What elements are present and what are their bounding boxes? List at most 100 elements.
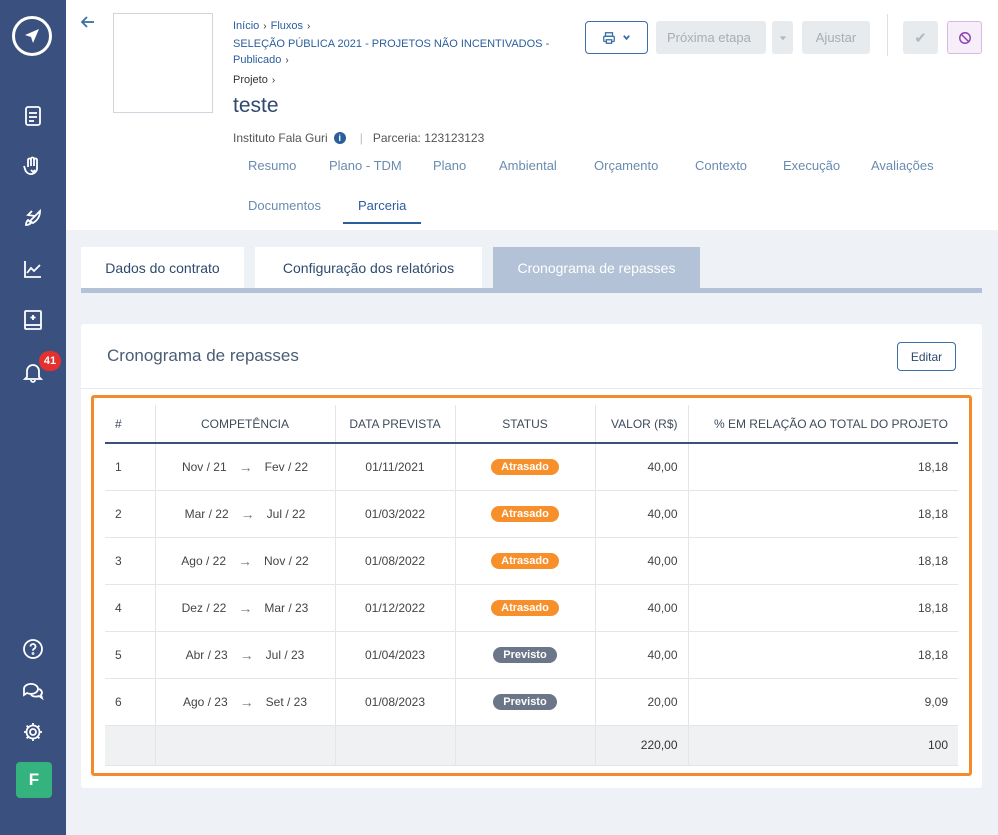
toolbar-divider [887, 14, 888, 56]
subtab-cronograma-repasses[interactable]: Cronograma de repasses [493, 247, 700, 288]
percent-cell: 18,18 [687, 631, 958, 679]
printer-icon [603, 31, 615, 44]
status-cell: Atrasado [454, 584, 595, 632]
value-cell: 40,00 [594, 443, 688, 491]
tab-execucao[interactable]: Execução [783, 148, 840, 184]
date-cell: 01/03/2022 [334, 490, 455, 538]
tab-resumo[interactable]: Resumo [248, 148, 296, 184]
value-cell: 40,00 [594, 584, 688, 632]
table-header-row: # COMPETÊNCIA DATA PREVISTA STATUS VALOR… [105, 405, 958, 444]
table-total-row: 220,00 100 [105, 725, 958, 766]
project-header: Início › Fluxos › SELEÇÃO PÚBLICA 2021 - PR… [66, 0, 998, 230]
tab-avaliacoes[interactable]: Avaliações [871, 148, 934, 184]
date-cell: 01/12/2022 [334, 584, 455, 632]
percent-cell: 18,18 [687, 443, 958, 491]
adjust-button[interactable]: Ajustar [802, 21, 870, 54]
subtab-underline [81, 288, 982, 293]
row-number: 6 [105, 678, 155, 726]
empty-cell [105, 725, 155, 766]
empty-cell [334, 725, 455, 766]
subtab-configuracao-relatorios[interactable]: Configuração dos relatórios [255, 247, 482, 288]
help-icon[interactable] [19, 635, 47, 663]
percent-cell: 9,09 [687, 678, 958, 726]
print-button[interactable] [585, 21, 648, 54]
value-cell: 40,00 [594, 537, 688, 585]
tab-plano-tdm[interactable]: Plano - TDM [329, 148, 402, 184]
arrow-right-icon: → [238, 552, 252, 569]
cancel-ban-icon[interactable] [947, 21, 982, 54]
table-row: 3 Ago / 22 → Nov / 22 01/08/2022 Atrasado … [105, 537, 958, 585]
subtab-dados-contrato[interactable]: Dados do contrato [81, 247, 244, 288]
sidebar: 41 F [0, 0, 66, 835]
app-logo-icon[interactable] [12, 16, 52, 56]
chevron-right-icon: › [307, 21, 311, 32]
back-arrow-icon[interactable] [80, 14, 96, 30]
status-badge: Atrasado [491, 552, 559, 569]
rocket-icon[interactable] [19, 204, 47, 232]
arrow-right-icon: → [238, 458, 253, 475]
status-badge: Atrasado [491, 458, 559, 475]
row-number: 3 [105, 537, 155, 585]
competencia-cell: Dez / 22 → Mar / 23 [154, 584, 335, 632]
meta-divider: | [359, 131, 363, 145]
chevron-down-icon [623, 35, 630, 41]
competencia-cell: Ago / 22 → Nov / 22 [154, 537, 335, 585]
col-header-valor: VALOR (R$) [594, 405, 688, 444]
arrow-right-icon: → [239, 693, 254, 710]
tab-parceria[interactable]: Parceria [343, 188, 422, 224]
status-badge: Previsto [493, 646, 557, 663]
col-header-data-prevista: DATA PREVISTA [334, 405, 455, 444]
organization-name: Instituto Fala Guri [233, 131, 328, 145]
total-value: 220,00 [594, 725, 688, 766]
page-title: teste [233, 94, 279, 117]
value-cell: 40,00 [594, 631, 688, 679]
col-header-status: STATUS [454, 405, 595, 444]
breadcrumb-item-selection[interactable]: SELEÇÃO PÚBLICA 2021 - PROJETOS NÃO INCE… [233, 38, 549, 67]
project-meta: Instituto Fala Guri i | Parceria: 123123… [233, 131, 484, 145]
competencia-cell: Ago / 23 → Set / 23 [154, 678, 335, 726]
user-avatar[interactable]: F [16, 762, 52, 798]
breadcrumb-item-inicio[interactable]: Início [233, 20, 259, 32]
chat-icon[interactable] [19, 677, 47, 705]
info-icon[interactable]: i [333, 132, 346, 144]
partnership-number: Parceria: 123123123 [372, 131, 485, 145]
caret-down-icon [779, 35, 786, 40]
document-icon[interactable] [19, 102, 47, 130]
chevron-right-icon: › [285, 55, 289, 66]
breadcrumb: Início › Fluxos › SELEÇÃO PÚBLICA 2021 - PR… [233, 18, 553, 70]
status-cell: Atrasado [454, 443, 595, 491]
status-cell: Previsto [454, 631, 595, 679]
status-cell: Previsto [454, 678, 595, 726]
chevron-right-icon: › [271, 75, 276, 86]
arrow-right-icon: → [238, 599, 253, 616]
row-number: 4 [105, 584, 155, 632]
settings-gear-icon[interactable] [19, 718, 47, 746]
project-thumbnail [113, 13, 213, 113]
tab-orcamento[interactable]: Orçamento [594, 148, 658, 184]
row-number: 5 [105, 631, 155, 679]
col-header-number: # [105, 405, 155, 444]
edit-button[interactable]: Editar [897, 342, 956, 371]
project-breadcrumb[interactable]: Projeto › [233, 74, 275, 86]
col-header-percent: % EM RELAÇÃO AO TOTAL DO PROJETO [687, 405, 958, 444]
breadcrumb-item-fluxos[interactable]: Fluxos [271, 20, 303, 32]
table-row: 1 Nov / 21 → Fev / 22 01/11/2021 Atrasado … [105, 443, 958, 491]
chart-icon[interactable] [19, 255, 47, 283]
tab-documentos[interactable]: Documentos [248, 188, 321, 224]
arrow-right-icon: → [239, 646, 254, 663]
row-number: 2 [105, 490, 155, 538]
status-badge: Atrasado [491, 505, 559, 522]
total-percent: 100 [687, 725, 958, 766]
hand-heart-icon[interactable] [19, 153, 47, 181]
approve-check-icon[interactable]: ✔ [903, 21, 938, 54]
next-step-button[interactable]: Próxima etapa [656, 21, 766, 54]
next-step-dropdown[interactable] [771, 21, 793, 54]
competencia-cell: Mar / 22 → Jul / 22 [154, 490, 335, 538]
percent-cell: 18,18 [687, 490, 958, 538]
book-icon[interactable] [19, 306, 47, 334]
tab-contexto[interactable]: Contexto [695, 148, 747, 184]
value-cell: 20,00 [594, 678, 688, 726]
tab-ambiental[interactable]: Ambiental [499, 148, 557, 184]
tab-plano[interactable]: Plano [433, 148, 466, 184]
value-cell: 40,00 [594, 490, 688, 538]
